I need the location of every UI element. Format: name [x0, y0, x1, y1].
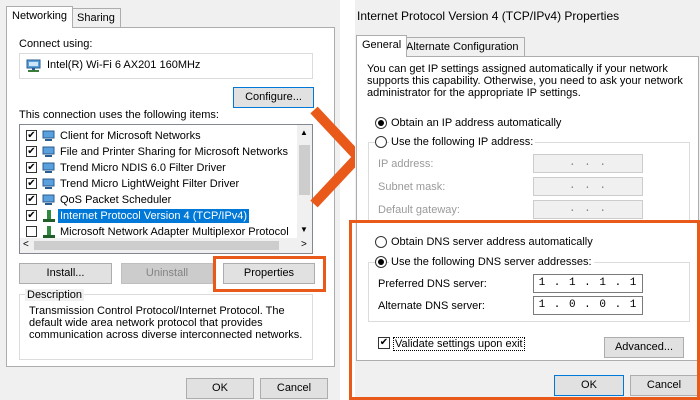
default-gateway-label: Default gateway:: [378, 204, 460, 216]
list-item[interactable]: ✔ Client for Microsoft Networks: [20, 128, 300, 144]
list-item-selected[interactable]: ✔ Internet Protocol Version 4 (TCP/IPv4): [20, 208, 300, 224]
ipv4-properties-dialog: Internet Protocol Version 4 (TCP/IPv4) P…: [349, 0, 700, 400]
items-label: This connection uses the following items…: [19, 109, 219, 121]
left-cancel-button[interactable]: Cancel: [260, 378, 328, 399]
item-checkbox[interactable]: ✔: [26, 162, 37, 173]
intro-text: You can get IP settings assigned automat…: [367, 63, 683, 99]
network-client-icon: [42, 130, 55, 141]
adapter-properties-dialog: Networking Sharing Connect using: Intel(…: [0, 0, 340, 400]
default-gateway-field: . . .: [533, 200, 643, 219]
tab-networking[interactable]: Networking: [6, 6, 74, 28]
description-title: Description: [25, 289, 85, 301]
adapter-box: Intel(R) Wi-Fi 6 AX201 160MHz: [19, 53, 313, 79]
use-following-ip-label: Use the following IP address:: [389, 136, 536, 148]
list-item[interactable]: ✔ File and Printer Sharing for Microsoft…: [20, 144, 300, 160]
description-text: Transmission Control Protocol/Internet P…: [29, 305, 303, 341]
protocol-icon: [43, 210, 55, 222]
scroll-down-icon[interactable]: ▼: [300, 225, 308, 234]
adapter-name: Intel(R) Wi-Fi 6 AX201 160MHz: [47, 59, 201, 71]
list-item[interactable]: ✔ Trend Micro NDIS 6.0 Filter Driver: [20, 160, 300, 176]
horizontal-scrollbar[interactable]: < >: [20, 238, 312, 253]
network-client-icon: [42, 194, 55, 205]
network-adapter-icon: [26, 59, 41, 72]
item-checkbox[interactable]: ✔: [26, 194, 37, 205]
use-following-ip-radio[interactable]: [375, 136, 387, 148]
network-client-icon: [42, 146, 55, 157]
connection-items-list[interactable]: ✔ Client for Microsoft Networks ✔ File a…: [19, 124, 313, 254]
install-button[interactable]: Install...: [19, 263, 112, 284]
protocol-icon: [43, 226, 55, 238]
item-checkbox[interactable]: ✔: [26, 146, 37, 157]
subnet-mask-field: . . .: [533, 177, 643, 196]
scroll-thumb[interactable]: [34, 241, 279, 250]
item-label: Trend Micro NDIS 6.0 Filter Driver: [60, 162, 226, 174]
tab-alternate-configuration[interactable]: Alternate Configuration: [400, 37, 525, 57]
scroll-left-icon[interactable]: <: [23, 239, 29, 250]
scroll-right-icon[interactable]: >: [301, 239, 307, 250]
item-checkbox[interactable]: [26, 226, 37, 237]
item-label: Trend Micro LightWeight Filter Driver: [60, 178, 240, 190]
subnet-mask-label: Subnet mask:: [378, 181, 446, 193]
obtain-ip-auto-label: Obtain an IP address automatically: [391, 117, 562, 129]
scroll-thumb[interactable]: [299, 145, 310, 195]
left-ok-button[interactable]: OK: [186, 378, 254, 399]
item-checkbox[interactable]: ✔: [26, 178, 37, 189]
connect-using-label: Connect using:: [19, 38, 93, 50]
ip-address-label: IP address:: [378, 158, 434, 170]
highlight-properties: [213, 256, 326, 292]
item-label: Client for Microsoft Networks: [60, 130, 201, 142]
ip-address-field: . . .: [533, 154, 643, 173]
dialog-title: Internet Protocol Version 4 (TCP/IPv4) P…: [357, 9, 620, 23]
uninstall-button: Uninstall: [121, 263, 213, 284]
tab-sharing[interactable]: Sharing: [71, 8, 121, 28]
scroll-up-icon[interactable]: ▲: [300, 128, 308, 137]
configure-button[interactable]: Configure...: [233, 87, 314, 108]
list-item[interactable]: ✔ Trend Micro LightWeight Filter Driver: [20, 176, 300, 192]
item-label: Microsoft Network Adapter Multiplexor Pr…: [60, 226, 289, 238]
item-checkbox[interactable]: ✔: [26, 130, 37, 141]
item-label: QoS Packet Scheduler: [60, 194, 172, 206]
list-item[interactable]: ✔ QoS Packet Scheduler: [20, 192, 300, 208]
item-label: Internet Protocol Version 4 (TCP/IPv4): [58, 209, 250, 223]
highlight-dns-section: [349, 220, 700, 400]
network-client-icon: [42, 178, 55, 189]
item-label: File and Printer Sharing for Microsoft N…: [60, 146, 289, 158]
tab-general[interactable]: General: [356, 35, 408, 57]
obtain-ip-auto-radio[interactable]: [375, 117, 387, 129]
item-checkbox[interactable]: ✔: [26, 210, 37, 221]
network-client-icon: [42, 162, 55, 173]
